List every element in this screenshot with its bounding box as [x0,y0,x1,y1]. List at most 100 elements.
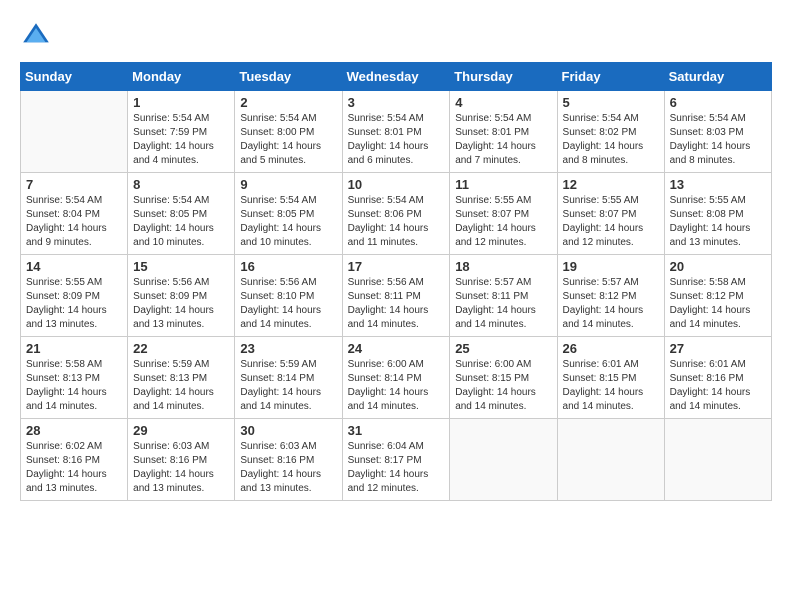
day-info: Sunrise: 6:03 AM Sunset: 8:16 PM Dayligh… [133,440,229,496]
day-number: 30 [240,423,336,438]
day-info: Sunrise: 6:00 AM Sunset: 8:15 PM Dayligh… [455,358,551,414]
weekday-header-thursday: Thursday [450,63,557,91]
calendar-week-row: 14 Sunrise: 5:55 AM Sunset: 8:09 PM Dayli… [21,255,772,337]
calendar-cell [450,419,557,501]
calendar-week-row: 1 Sunrise: 5:54 AM Sunset: 7:59 PM Daylig… [21,91,772,173]
day-info: Sunrise: 5:55 AM Sunset: 8:08 PM Dayligh… [670,194,766,250]
day-number: 13 [670,177,766,192]
calendar-cell: 9Sunrise: 5:54 AM Sunset: 8:05 PM Daylig… [235,173,342,255]
day-info: Sunrise: 5:55 AM Sunset: 8:07 PM Dayligh… [563,194,659,250]
day-info: Sunrise: 5:54 AM Sunset: 7:59 PM Dayligh… [133,112,229,168]
day-info: Sunrise: 6:03 AM Sunset: 8:16 PM Dayligh… [240,440,336,496]
calendar-cell: 25 Sunrise: 6:00 AM Sunset: 8:15 PM Dayli… [450,337,557,419]
day-info: Sunrise: 5:54 AM Sunset: 8:01 PM Dayligh… [348,112,445,168]
day-info: Sunrise: 6:04 AM Sunset: 8:17 PM Dayligh… [348,440,445,496]
day-info: Sunrise: 5:54 AM Sunset: 8:03 PM Dayligh… [670,112,766,168]
day-number: 19 [563,259,659,274]
calendar-cell: 24 Sunrise: 6:00 AM Sunset: 8:14 PM Dayli… [342,337,450,419]
day-number: 1 [133,95,229,110]
day-info: Sunrise: 5:56 AM Sunset: 8:10 PM Dayligh… [240,276,336,332]
calendar-cell: 3 Sunrise: 5:54 AM Sunset: 8:01 PM Daylig… [342,91,450,173]
calendar-cell: 7 Sunrise: 5:54 AM Sunset: 8:04 PM Daylig… [21,173,128,255]
day-info: Sunrise: 6:01 AM Sunset: 8:15 PM Dayligh… [563,358,659,414]
logo [20,20,56,52]
day-info: Sunrise: 5:54 AM Sunset: 8:02 PM Dayligh… [563,112,659,168]
day-info: Sunrise: 6:01 AM Sunset: 8:16 PM Dayligh… [670,358,766,414]
calendar-cell: 29Sunrise: 6:03 AM Sunset: 8:16 PM Dayli… [128,419,235,501]
day-number: 26 [563,341,659,356]
day-number: 3 [348,95,445,110]
day-info: Sunrise: 5:57 AM Sunset: 8:11 PM Dayligh… [455,276,551,332]
calendar-cell: 12 Sunrise: 5:55 AM Sunset: 8:07 PM Dayli… [557,173,664,255]
day-number: 17 [348,259,445,274]
day-number: 21 [26,341,122,356]
calendar-cell: 5 Sunrise: 5:54 AM Sunset: 8:02 PM Daylig… [557,91,664,173]
calendar-cell: 28 Sunrise: 6:02 AM Sunset: 8:16 PM Dayli… [21,419,128,501]
day-number: 6 [670,95,766,110]
day-info: Sunrise: 5:54 AM Sunset: 8:01 PM Dayligh… [455,112,551,168]
calendar-cell: 19 Sunrise: 5:57 AM Sunset: 8:12 PM Dayli… [557,255,664,337]
day-number: 12 [563,177,659,192]
calendar-cell: 15Sunrise: 5:56 AM Sunset: 8:09 PM Dayli… [128,255,235,337]
day-info: Sunrise: 5:56 AM Sunset: 8:11 PM Dayligh… [348,276,445,332]
day-info: Sunrise: 5:58 AM Sunset: 8:12 PM Dayligh… [670,276,766,332]
calendar-cell [21,91,128,173]
day-number: 2 [240,95,336,110]
day-info: Sunrise: 5:58 AM Sunset: 8:13 PM Dayligh… [26,358,122,414]
day-info: Sunrise: 5:59 AM Sunset: 8:13 PM Dayligh… [133,358,229,414]
calendar-cell: 23Sunrise: 5:59 AM Sunset: 8:14 PM Dayli… [235,337,342,419]
calendar-cell: 26 Sunrise: 6:01 AM Sunset: 8:15 PM Dayli… [557,337,664,419]
weekday-header-sunday: Sunday [21,63,128,91]
weekday-header-friday: Friday [557,63,664,91]
page-header [20,20,772,52]
day-info: Sunrise: 5:55 AM Sunset: 8:07 PM Dayligh… [455,194,551,250]
day-number: 27 [670,341,766,356]
calendar-table: SundayMondayTuesdayWednesdayThursdayFrid… [20,62,772,501]
day-number: 9 [240,177,336,192]
day-number: 16 [240,259,336,274]
calendar-cell: 8 Sunrise: 5:54 AM Sunset: 8:05 PM Daylig… [128,173,235,255]
weekday-header-monday: Monday [128,63,235,91]
day-number: 28 [26,423,122,438]
day-number: 18 [455,259,551,274]
day-number: 8 [133,177,229,192]
calendar-cell: 6 Sunrise: 5:54 AM Sunset: 8:03 PM Daylig… [664,91,771,173]
day-info: Sunrise: 5:54 AM Sunset: 8:00 PM Dayligh… [240,112,336,168]
calendar-cell: 11 Sunrise: 5:55 AM Sunset: 8:07 PM Dayli… [450,173,557,255]
calendar-cell: 16 Sunrise: 5:56 AM Sunset: 8:10 PM Dayli… [235,255,342,337]
calendar-cell: 31 Sunrise: 6:04 AM Sunset: 8:17 PM Dayli… [342,419,450,501]
day-number: 11 [455,177,551,192]
day-number: 20 [670,259,766,274]
calendar-cell: 18 Sunrise: 5:57 AM Sunset: 8:11 PM Dayli… [450,255,557,337]
calendar-cell: 22 Sunrise: 5:59 AM Sunset: 8:13 PM Dayli… [128,337,235,419]
calendar-cell: 1 Sunrise: 5:54 AM Sunset: 7:59 PM Daylig… [128,91,235,173]
weekday-header-wednesday: Wednesday [342,63,450,91]
calendar-cell: 4 Sunrise: 5:54 AM Sunset: 8:01 PM Daylig… [450,91,557,173]
day-number: 15 [133,259,229,274]
calendar-cell: 10 Sunrise: 5:54 AM Sunset: 8:06 PM Dayli… [342,173,450,255]
day-info: Sunrise: 5:55 AM Sunset: 8:09 PM Dayligh… [26,276,122,332]
day-info: Sunrise: 6:00 AM Sunset: 8:14 PM Dayligh… [348,358,445,414]
day-number: 25 [455,341,551,356]
day-number: 7 [26,177,122,192]
day-number: 14 [26,259,122,274]
day-info: Sunrise: 5:57 AM Sunset: 8:12 PM Dayligh… [563,276,659,332]
day-number: 4 [455,95,551,110]
day-info: Sunrise: 5:54 AM Sunset: 8:05 PM Dayligh… [133,194,229,250]
day-number: 22 [133,341,229,356]
calendar-cell: 27 Sunrise: 6:01 AM Sunset: 8:16 PM Dayli… [664,337,771,419]
day-info: Sunrise: 6:02 AM Sunset: 8:16 PM Dayligh… [26,440,122,496]
calendar-cell: 21 Sunrise: 5:58 AM Sunset: 8:13 PM Dayli… [21,337,128,419]
day-number: 5 [563,95,659,110]
day-number: 24 [348,341,445,356]
calendar-week-row: 28 Sunrise: 6:02 AM Sunset: 8:16 PM Dayli… [21,419,772,501]
calendar-cell: 13 Sunrise: 5:55 AM Sunset: 8:08 PM Dayli… [664,173,771,255]
day-number: 31 [348,423,445,438]
day-info: Sunrise: 5:59 AM Sunset: 8:14 PM Dayligh… [240,358,336,414]
day-info: Sunrise: 5:54 AM Sunset: 8:04 PM Dayligh… [26,194,122,250]
day-number: 10 [348,177,445,192]
logo-icon [20,20,52,52]
day-info: Sunrise: 5:54 AM Sunset: 8:06 PM Dayligh… [348,194,445,250]
calendar-cell: 17 Sunrise: 5:56 AM Sunset: 8:11 PM Dayli… [342,255,450,337]
calendar-week-row: 7 Sunrise: 5:54 AM Sunset: 8:04 PM Daylig… [21,173,772,255]
